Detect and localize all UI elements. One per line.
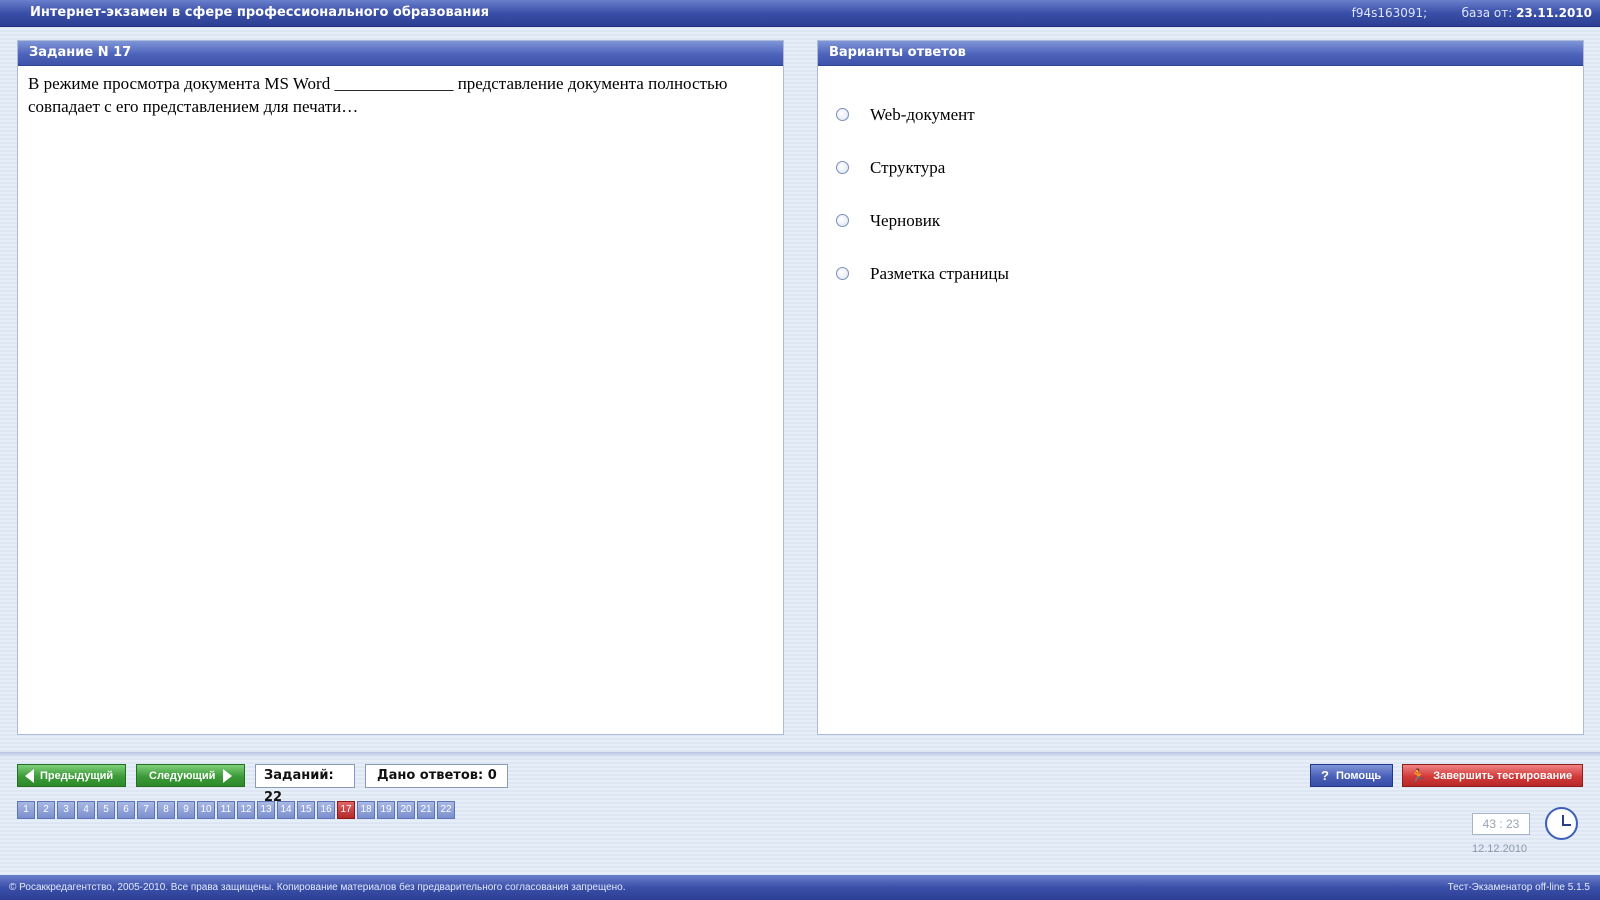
- page-button-8[interactable]: 8: [157, 801, 175, 819]
- next-button[interactable]: Следующий: [136, 764, 245, 787]
- divider: [0, 752, 1600, 758]
- title-bar: Интернет-экзамен в сфере профессионально…: [0, 0, 1600, 27]
- finish-testing-button[interactable]: 🏃 Завершить тестирование: [1402, 764, 1583, 787]
- answer-label: Разметка страницы: [870, 263, 1009, 283]
- page-button-16[interactable]: 16: [317, 801, 335, 819]
- answer-option-1[interactable]: Web-документ: [818, 88, 1583, 141]
- page-button-3[interactable]: 3: [57, 801, 75, 819]
- answer-option-4[interactable]: Разметка страницы: [818, 247, 1583, 300]
- page-selector: 1 2 3 4 5 6 7 8 9 10 11 12 13 14 15 16 17 18 19 20 21 22: [17, 801, 457, 819]
- question-mark-icon: ?: [1321, 768, 1329, 783]
- session-id: f94s163091;: [1351, 6, 1428, 20]
- base-label: база от:: [1461, 6, 1513, 20]
- page-button-22[interactable]: 22: [437, 801, 455, 819]
- answer-options: Web-документ Структура Черновик Разметка…: [818, 66, 1583, 300]
- finish-label: Завершить тестирование: [1433, 769, 1573, 782]
- base-date: 23.11.2010: [1516, 6, 1592, 20]
- arrow-right-icon: [223, 768, 233, 783]
- page-button-21[interactable]: 21: [417, 801, 435, 819]
- page-button-14[interactable]: 14: [277, 801, 295, 819]
- help-label: Помощь: [1335, 769, 1382, 782]
- previous-button[interactable]: Предыдущий: [17, 764, 126, 787]
- page-button-6[interactable]: 6: [117, 801, 135, 819]
- answer-label: Web-документ: [870, 104, 975, 124]
- header-meta: f94s163091; база от: 23.11.2010: [1352, 0, 1592, 26]
- page-button-4[interactable]: 4: [77, 801, 95, 819]
- answers-panel: Варианты ответов Web-документ Структура …: [817, 40, 1584, 735]
- page-button-12[interactable]: 12: [237, 801, 255, 819]
- answers-count: Дано ответов: 0: [365, 764, 508, 788]
- answer-option-2[interactable]: Структура: [818, 141, 1583, 194]
- answer-label: Структура: [870, 157, 946, 177]
- page-button-18[interactable]: 18: [357, 801, 375, 819]
- timer: 43 : 23: [1472, 813, 1530, 835]
- app-title: Интернет-экзамен в сфере профессионально…: [30, 5, 489, 20]
- answer-label: Черновик: [870, 210, 941, 230]
- page-button-15[interactable]: 15: [297, 801, 315, 819]
- clock-icon: [1545, 807, 1578, 840]
- page-button-13[interactable]: 13: [257, 801, 275, 819]
- running-man-icon: 🏃: [1410, 767, 1427, 783]
- radio-button-icon[interactable]: [836, 214, 849, 227]
- answer-option-3[interactable]: Черновик: [818, 194, 1583, 247]
- radio-button-icon[interactable]: [836, 267, 849, 280]
- page-button-11[interactable]: 11: [217, 801, 235, 819]
- previous-label: Предыдущий: [40, 769, 114, 782]
- current-date: 12.12.2010: [1472, 843, 1528, 855]
- question-text: В режиме просмотра документа MS Word ___…: [28, 74, 728, 116]
- task-panel: Задание N 17 В режиме просмотра документ…: [17, 40, 784, 735]
- footer: © Росаккредагентство, 2005-2010. Все пра…: [0, 875, 1600, 900]
- page-button-10[interactable]: 10: [197, 801, 215, 819]
- radio-button-icon[interactable]: [836, 161, 849, 174]
- arrow-left-icon: [25, 768, 34, 783]
- page-button-9[interactable]: 9: [177, 801, 195, 819]
- page-button-2[interactable]: 2: [37, 801, 55, 819]
- radio-button-icon[interactable]: [836, 108, 849, 121]
- page-button-5[interactable]: 5: [97, 801, 115, 819]
- page-button-7[interactable]: 7: [137, 801, 155, 819]
- page-button-1[interactable]: 1: [17, 801, 35, 819]
- help-button[interactable]: ? Помощь: [1310, 764, 1393, 787]
- page-button-19[interactable]: 19: [377, 801, 395, 819]
- tasks-count: Заданий: 22: [255, 764, 355, 805]
- next-label: Следующий: [149, 769, 216, 782]
- task-title: Задание N 17: [18, 41, 783, 66]
- page-button-20[interactable]: 20: [397, 801, 415, 819]
- copyright: © Росаккредагентство, 2005-2010. Все пра…: [9, 882, 626, 893]
- version: Тест-Экзаменатор off-line 5.1.5: [1447, 882, 1590, 893]
- answers-title: Варианты ответов: [818, 41, 1583, 66]
- page-button-17[interactable]: 17: [337, 801, 355, 819]
